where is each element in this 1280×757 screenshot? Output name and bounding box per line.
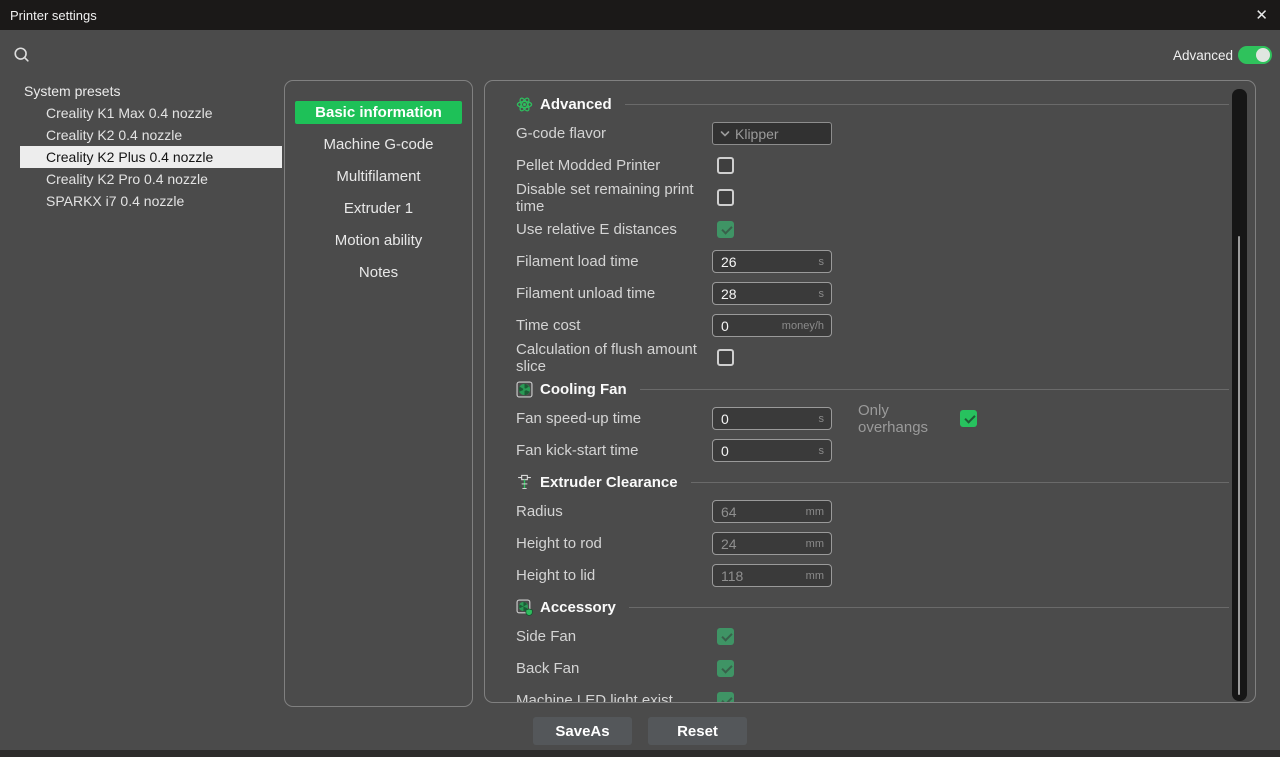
filament-load-time-input[interactable]: 26 s [712,250,832,273]
fan-kickstart-time-input[interactable]: 0 s [712,439,832,462]
section-divider [640,389,1229,390]
setting-row-filament-load-time: Filament load time 26 s [516,250,1229,273]
extruder-icon [516,474,533,491]
preset-sidebar: System presets Creality K1 Max 0.4 nozzl… [20,80,282,212]
unit-label: mm [806,570,831,582]
nav-tab-notes[interactable]: Notes [295,261,462,284]
flush-amount-slice-checkbox[interactable] [717,349,734,366]
unit-label: s [819,413,832,425]
setting-label: Time cost [516,317,712,334]
setting-row-height-to-lid: Height to lid 118 mm [516,564,1229,587]
nav-tab-basic-information[interactable]: Basic information [295,101,462,124]
setting-row-time-cost: Time cost 0 money/h [516,314,1229,337]
setting-label: Height to lid [516,567,712,584]
gcode-flavor-select[interactable]: Klipper [712,122,832,145]
scrollbar-thumb[interactable] [1238,236,1240,695]
window-title: Printer settings [10,8,97,23]
machine-led-checkbox[interactable] [717,692,734,703]
section-header-advanced: Advanced [516,93,1229,115]
side-fan-checkbox[interactable] [717,628,734,645]
setting-row-back-fan: Back Fan [516,657,1229,680]
setting-row-disable-remaining-time: Disable set remaining print time [516,186,1229,209]
preset-item-creality-k1-max[interactable]: Creality K1 Max 0.4 nozzle [20,102,282,124]
setting-row-machine-led: Machine LED light exist [516,689,1229,703]
setting-label: Back Fan [516,660,712,677]
nav-tab-extruder-1[interactable]: Extruder 1 [295,197,462,220]
section-divider [691,482,1229,483]
preset-item-creality-k2[interactable]: Creality K2 0.4 nozzle [20,124,282,146]
advanced-toggle-label: Advanced [1173,48,1233,63]
only-overhangs-checkbox[interactable] [960,410,977,427]
saveas-button[interactable]: SaveAs [533,717,632,745]
setting-row-side-fan: Side Fan [516,625,1229,648]
nav-tab-multifilament[interactable]: Multifilament [295,165,462,188]
setting-label: Filament load time [516,253,712,270]
setting-label: G-code flavor [516,125,712,142]
setting-label: Height to rod [516,535,712,552]
setting-label: Radius [516,503,712,520]
toggle-knob [1256,48,1270,62]
setting-label: Filament unload time [516,285,712,302]
search-icon[interactable] [13,46,31,64]
unit-label: money/h [782,320,831,332]
setting-row-radius: Radius 64 mm [516,500,1229,523]
setting-label: Side Fan [516,628,712,645]
setting-row-height-to-rod: Height to rod 24 mm [516,532,1229,555]
fan-icon [516,381,533,398]
radius-input[interactable]: 64 mm [712,500,832,523]
nav-tab-motion-ability[interactable]: Motion ability [295,229,462,252]
setting-row-flush-amount-slice: Calculation of flush amount slice [516,346,1229,369]
preset-group-header: System presets [20,80,282,102]
nav-tab-machine-gcode[interactable]: Machine G-code [295,133,462,156]
setting-row-pellet-modded-printer: Pellet Modded Printer [516,154,1229,177]
setting-label: Machine LED light exist [516,692,712,703]
scrollbar-track[interactable] [1232,89,1247,701]
setting-label: Fan speed-up time [516,410,712,427]
filament-unload-time-input[interactable]: 28 s [712,282,832,305]
fan-speedup-time-input[interactable]: 0 s [712,407,832,430]
preset-item-creality-k2-plus[interactable]: Creality K2 Plus 0.4 nozzle [20,146,282,168]
height-to-rod-input[interactable]: 24 mm [712,532,832,555]
accessory-icon [516,599,533,616]
setting-row-fan-kickstart-time: Fan kick-start time 0 s [516,439,1229,462]
height-to-lid-input[interactable]: 118 mm [712,564,832,587]
use-relative-e-checkbox[interactable] [717,221,734,238]
unit-label: mm [806,538,831,550]
section-divider [629,607,1229,608]
unit-label: s [819,288,832,300]
unit-label: s [819,445,832,457]
unit-label: mm [806,506,831,518]
time-cost-input[interactable]: 0 money/h [712,314,832,337]
section-header-extruder-clearance: Extruder Clearance [516,471,1229,493]
reset-button[interactable]: Reset [648,717,747,745]
preset-item-sparkx-i7[interactable]: SPARKX i7 0.4 nozzle [20,190,282,212]
advanced-toggle[interactable] [1238,46,1272,64]
atom-icon [516,96,533,113]
titlebar: Printer settings ✕ [0,0,1280,30]
disable-remaining-time-checkbox[interactable] [717,189,734,206]
unit-label: s [819,256,832,268]
chevron-down-icon [720,128,731,139]
setting-label: Pellet Modded Printer [516,157,712,174]
only-overhangs-label: Only overhangs [858,402,946,436]
close-icon[interactable]: ✕ [1255,6,1268,24]
advanced-mode-control: Advanced [1173,46,1272,64]
setting-row-use-relative-e: Use relative E distances [516,218,1229,241]
setting-label: Calculation of flush amount slice [516,341,712,375]
setting-row-gcode-flavor: G-code flavor Klipper [516,122,1229,145]
window-bottom-edge [0,750,1280,757]
preset-item-creality-k2-pro[interactable]: Creality K2 Pro 0.4 nozzle [20,168,282,190]
setting-label: Use relative E distances [516,221,712,238]
section-header-cooling-fan: Cooling Fan [516,378,1229,400]
setting-row-filament-unload-time: Filament unload time 28 s [516,282,1229,305]
back-fan-checkbox[interactable] [717,660,734,677]
settings-main-panel: Advanced G-code flavor Klipper Pellet Mo… [484,80,1256,703]
setting-row-fan-speedup-time: Fan speed-up time 0 s Only overhangs [516,407,1229,430]
settings-nav-panel: Basic information Machine G-code Multifi… [284,80,473,707]
section-divider [625,104,1229,105]
setting-label: Fan kick-start time [516,442,712,459]
pellet-modded-printer-checkbox[interactable] [717,157,734,174]
section-header-accessory: Accessory [516,596,1229,618]
setting-label: Disable set remaining print time [516,181,712,215]
